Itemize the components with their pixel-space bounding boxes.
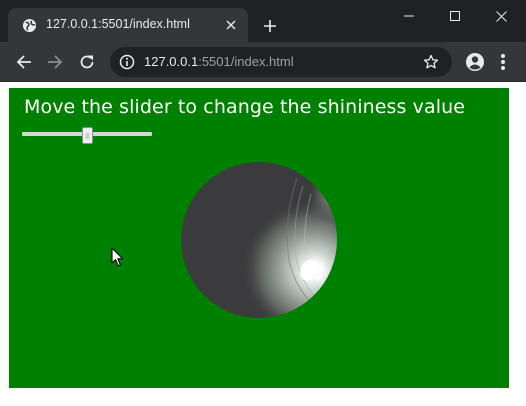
title-bar: 127.0.0.1:5501/index.html [0,0,526,42]
window-close-button[interactable] [478,0,524,32]
tab-close-button[interactable] [222,16,240,34]
instruction-text: Move the slider to change the shininess … [24,96,466,118]
url-host: 127.0.0.1 [144,54,199,69]
info-icon[interactable] [119,54,135,70]
tab-title: 127.0.0.1:5501/index.html [46,17,190,31]
close-icon [495,10,507,22]
maximize-button[interactable] [432,0,478,32]
shininess-slider[interactable] [22,127,152,144]
grip-icon [85,133,90,139]
globe-icon [22,18,37,33]
slider-thumb[interactable] [82,127,93,144]
shiny-sphere [181,162,337,318]
url-text[interactable]: 127.0.0.1:5501/index.html [144,54,294,69]
minimize-icon [404,15,414,17]
back-button[interactable] [13,51,35,73]
arrow-right-icon [48,55,63,69]
arrow-left-icon [16,55,31,69]
profile-button[interactable] [464,51,486,73]
minimize-button[interactable] [386,0,432,32]
bookmark-button[interactable] [422,53,440,71]
url-path: :5501/index.html [198,54,294,69]
browser-tab[interactable]: 127.0.0.1:5501/index.html [8,8,248,42]
maximize-icon [450,11,460,21]
reload-button[interactable] [76,51,98,73]
more-vert-icon [501,54,505,70]
browser-menu-button[interactable] [492,51,514,73]
plus-icon [264,20,276,32]
address-bar[interactable]: 127.0.0.1:5501/index.html [110,47,452,77]
render-canvas[interactable]: Move the slider to change the shininess … [9,88,509,388]
reload-icon [80,55,94,69]
page-viewport: Move the slider to change the shininess … [0,82,526,406]
browser-toolbar: 127.0.0.1:5501/index.html [0,42,526,82]
close-icon [226,20,236,30]
account-icon [466,53,484,71]
new-tab-button[interactable] [259,15,281,37]
forward-button[interactable] [44,51,66,73]
mouse-cursor [111,247,124,267]
star-icon [423,54,439,69]
